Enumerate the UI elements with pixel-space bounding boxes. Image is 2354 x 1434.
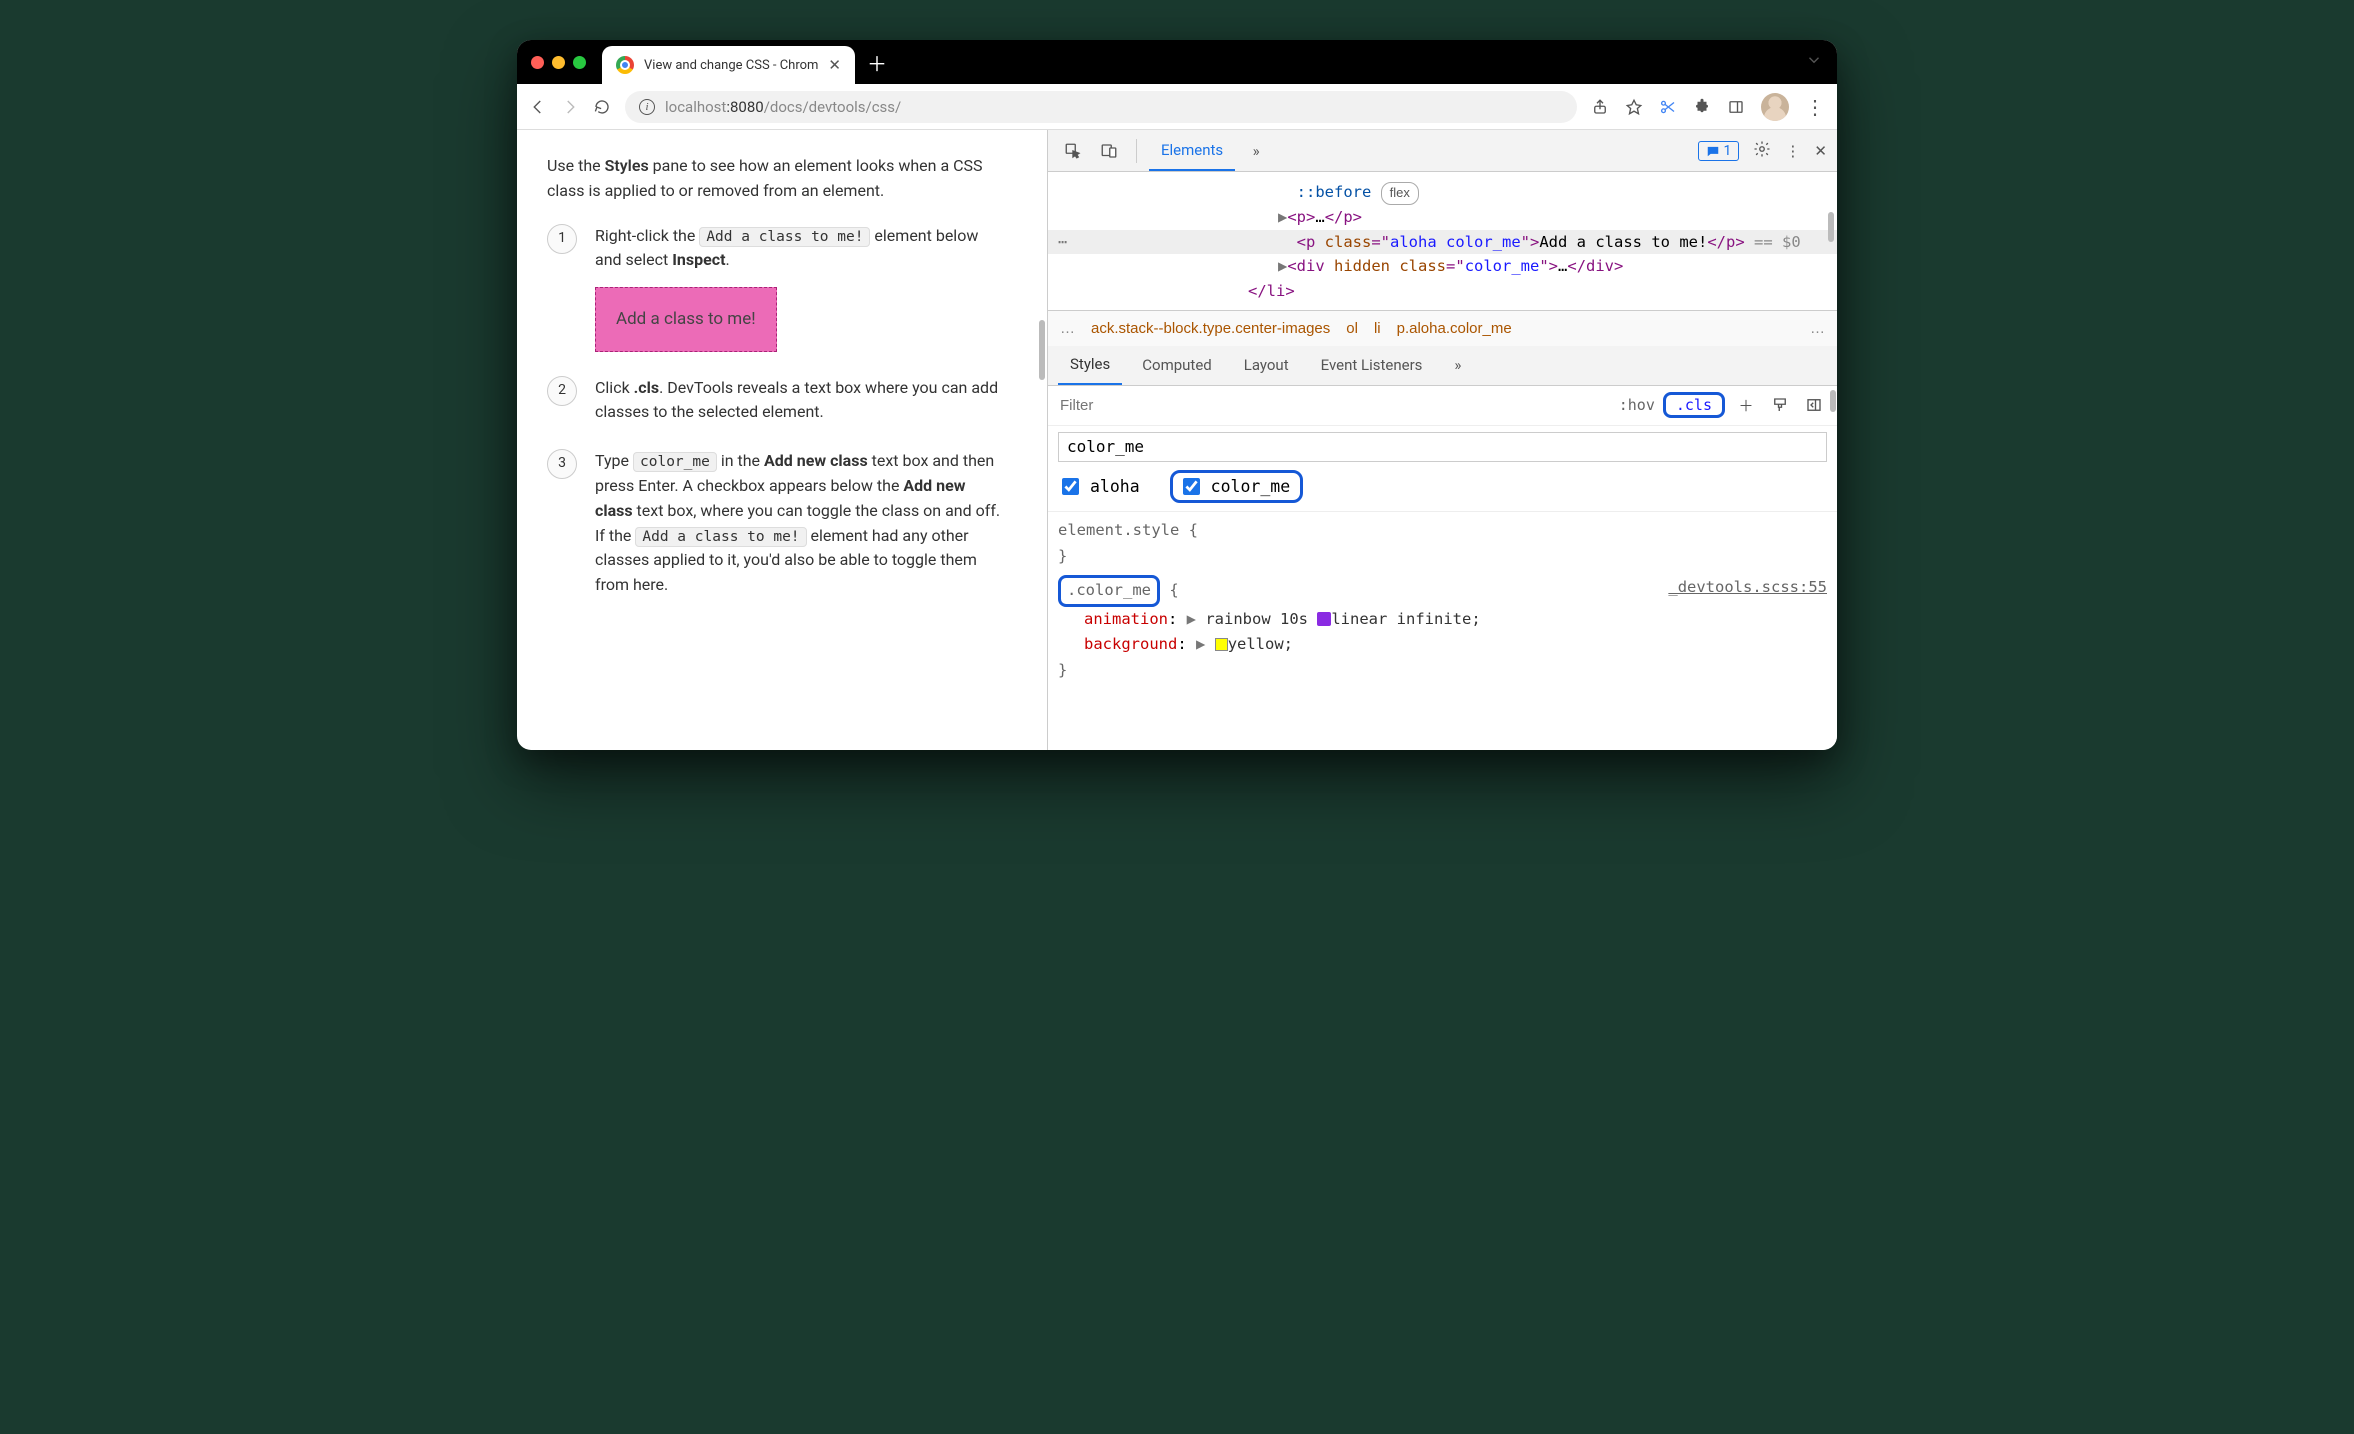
scrollbar-thumb[interactable] — [1828, 212, 1834, 242]
close-window-icon[interactable] — [531, 56, 544, 69]
tab-elements[interactable]: Elements — [1149, 130, 1235, 171]
subtab-event-listeners[interactable]: Event Listeners — [1309, 346, 1435, 385]
maximize-window-icon[interactable] — [573, 56, 586, 69]
dom-tree[interactable]: ::before flex ▶<p>…</p> ⋯ <p class="aloh… — [1048, 172, 1837, 310]
dom-node[interactable]: ▶<p>…</p> — [1048, 205, 1837, 230]
css-rule[interactable]: .color_me { _devtools.scss:55 — [1058, 575, 1827, 607]
subtab-computed[interactable]: Computed — [1130, 346, 1224, 385]
checkbox[interactable] — [1062, 478, 1079, 495]
new-style-rule-icon[interactable]: ＋ — [1733, 395, 1759, 416]
dom-node-selected[interactable]: ⋯ <p class="aloha color_me">Add a class … — [1048, 230, 1837, 255]
settings-icon[interactable] — [1753, 140, 1771, 162]
minimize-window-icon[interactable] — [552, 56, 565, 69]
address-bar[interactable]: i localhost:8080/docs/devtools/css/ — [625, 91, 1577, 123]
hov-toggle[interactable]: :hov — [1619, 396, 1655, 414]
breadcrumb-item[interactable]: li — [1374, 320, 1381, 337]
styles-filter-input[interactable] — [1058, 396, 1611, 415]
cls-toggle-highlight: .cls — [1663, 392, 1725, 418]
device-toggle-icon[interactable] — [1094, 142, 1124, 160]
tab-title: View and change CSS - Chrom — [644, 58, 818, 73]
close-tab-icon[interactable]: ✕ — [828, 56, 841, 74]
step-3: Type color_me in the Add new class text … — [547, 449, 1007, 598]
color-swatch-icon[interactable] — [1215, 638, 1228, 651]
code-snippet: color_me — [633, 452, 717, 472]
page-content: Use the Styles pane to see how an elemen… — [517, 130, 1037, 750]
share-icon[interactable] — [1591, 98, 1609, 116]
flex-badge[interactable]: flex — [1381, 182, 1419, 205]
add-class-input[interactable] — [1058, 432, 1827, 462]
cls-toggle[interactable]: .cls — [1670, 394, 1718, 416]
browser-tab[interactable]: View and change CSS - Chrom ✕ — [602, 46, 855, 84]
forward-button[interactable] — [561, 98, 579, 116]
dom-breadcrumb[interactable]: … ack.stack--block.type.center-images ol… — [1048, 310, 1837, 346]
computed-sidebar-icon[interactable] — [1801, 396, 1827, 414]
styles-subtabs: Styles Computed Layout Event Listeners » — [1048, 346, 1837, 386]
code-snippet: Add a class to me! — [635, 527, 806, 547]
breadcrumb-item[interactable]: p.aloha.color_me — [1397, 320, 1512, 337]
bookmark-icon[interactable] — [1625, 98, 1643, 116]
titlebar: View and change CSS - Chrom ✕ ＋ — [517, 40, 1837, 84]
subtab-layout[interactable]: Layout — [1232, 346, 1301, 385]
devtools-panel: Elements » 1 ⋮ ✕ ::before flex — [1047, 130, 1837, 750]
tabs-overflow-icon[interactable]: » — [1241, 142, 1271, 160]
inspect-icon[interactable] — [1058, 142, 1088, 160]
scissors-icon[interactable] — [1659, 98, 1677, 116]
dom-node[interactable]: ▶<div hidden class="color_me">…</div> — [1048, 254, 1837, 279]
browser-menu-icon[interactable]: ⋮ — [1805, 95, 1825, 119]
checkbox[interactable] — [1183, 478, 1200, 495]
sidepanel-icon[interactable] — [1727, 98, 1745, 116]
element-style-rule[interactable]: element.style { — [1058, 518, 1827, 544]
step-1: Right-click the Add a class to me! eleme… — [547, 224, 1007, 352]
pane-splitter[interactable] — [1037, 130, 1047, 750]
dom-node[interactable]: </li> — [1048, 279, 1837, 304]
subtab-styles[interactable]: Styles — [1058, 346, 1122, 385]
overflow-dots-icon[interactable]: ⋯ — [1058, 230, 1069, 255]
subtabs-overflow-icon[interactable]: » — [1442, 346, 1473, 385]
content-area: Use the Styles pane to see how an elemen… — [517, 130, 1837, 750]
breadcrumb-item[interactable]: ack.stack--block.type.center-images — [1091, 320, 1330, 337]
class-checkbox-aloha[interactable]: aloha — [1058, 475, 1140, 498]
selector-highlight: .color_me — [1058, 575, 1160, 607]
breadcrumb-overflow[interactable]: … — [1810, 320, 1825, 337]
css-rules[interactable]: element.style { } .color_me { _devtools.… — [1048, 512, 1837, 689]
window-controls — [531, 56, 586, 69]
tabs-overflow-icon[interactable] — [1805, 51, 1823, 73]
class-checkbox-color-me-highlight: color_me — [1170, 470, 1303, 503]
intro-paragraph: Use the Styles pane to see how an elemen… — [547, 154, 1007, 204]
url-text: localhost:8080/docs/devtools/css/ — [665, 98, 901, 116]
nav-toolbar: i localhost:8080/docs/devtools/css/ ⋮ — [517, 84, 1837, 130]
css-declaration[interactable]: background: ▶ yellow; — [1058, 632, 1827, 658]
browser-window: View and change CSS - Chrom ✕ ＋ i localh… — [517, 40, 1837, 750]
source-link[interactable]: _devtools.scss:55 — [1668, 575, 1827, 601]
new-tab-button[interactable]: ＋ — [867, 48, 887, 77]
easing-icon[interactable] — [1317, 612, 1331, 626]
paintbrush-icon[interactable] — [1767, 396, 1793, 414]
more-icon[interactable]: ⋮ — [1785, 142, 1800, 160]
close-devtools-icon[interactable]: ✕ — [1814, 142, 1827, 160]
demo-element[interactable]: Add a class to me! — [595, 287, 777, 351]
breadcrumb-item[interactable]: ol — [1346, 320, 1358, 337]
cls-panel: aloha color_me — [1048, 426, 1837, 512]
profile-avatar[interactable] — [1761, 93, 1789, 121]
styles-filter-bar: :hov .cls ＋ — [1048, 386, 1837, 426]
devtools-tabs: Elements » 1 ⋮ ✕ — [1048, 130, 1837, 172]
extensions-icon[interactable] — [1693, 98, 1711, 116]
css-declaration[interactable]: animation: ▶ rainbow 10s linear infinite… — [1058, 607, 1827, 633]
step-2: Click .cls. DevTools reveals a text box … — [547, 376, 1007, 426]
reload-button[interactable] — [593, 98, 611, 116]
issues-badge[interactable]: 1 — [1698, 141, 1740, 161]
chrome-icon — [616, 56, 634, 74]
code-snippet: Add a class to me! — [699, 227, 870, 247]
dom-node[interactable]: ::before flex — [1048, 180, 1837, 205]
steps-list: Right-click the Add a class to me! eleme… — [547, 224, 1007, 598]
breadcrumb-overflow[interactable]: … — [1060, 320, 1075, 337]
back-button[interactable] — [529, 98, 547, 116]
site-info-icon[interactable]: i — [639, 99, 655, 115]
scrollbar-thumb[interactable] — [1830, 390, 1836, 412]
